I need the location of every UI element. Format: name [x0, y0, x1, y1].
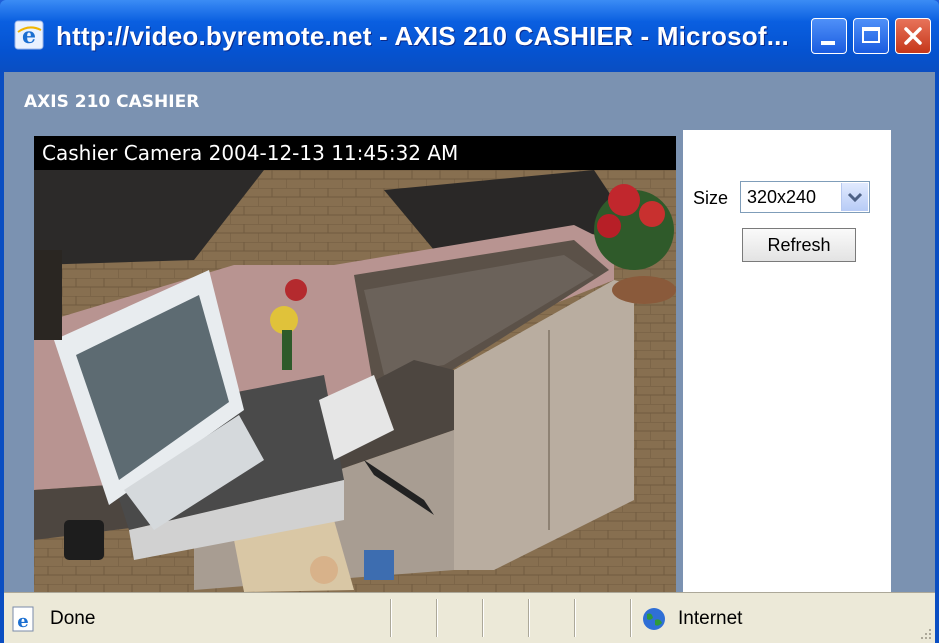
minimize-icon — [821, 41, 835, 45]
status-divider — [390, 599, 392, 637]
status-text: Done — [50, 608, 96, 629]
resize-grip-icon[interactable] — [917, 625, 933, 641]
internet-explorer-page-icon: e — [12, 606, 34, 632]
window-title: http://video.byremote.net - AXIS 210 CAS… — [56, 21, 789, 51]
page-title: AXIS 210 CASHIER — [24, 92, 200, 112]
controls-panel: Size 320x240 Refresh — [683, 130, 891, 592]
camera-video-feed: Cashier Camera 2004-12-13 11:45:32 AM — [34, 136, 676, 592]
size-select-dropdown-button[interactable] — [841, 183, 868, 211]
size-select-value: 320x240 — [747, 187, 817, 207]
status-bar: e Done Internet — [4, 592, 935, 643]
page-content: AXIS 210 CASHIER Cashier Camera 2004-12-… — [4, 72, 935, 592]
size-label: Size — [693, 188, 729, 208]
status-divider — [574, 599, 576, 637]
status-divider — [528, 599, 530, 637]
svg-text:e: e — [17, 611, 28, 632]
size-select[interactable]: 320x240 — [740, 181, 870, 213]
status-divider — [436, 599, 438, 637]
close-icon — [904, 27, 922, 45]
internet-explorer-icon: e — [14, 20, 44, 50]
status-divider — [482, 599, 484, 637]
close-button[interactable] — [895, 18, 931, 54]
window-frame-right — [935, 72, 939, 643]
maximize-button[interactable] — [853, 18, 889, 54]
chevron-down-icon — [847, 192, 863, 203]
maximize-icon — [862, 27, 880, 43]
window-title-bar[interactable]: e http://video.byremote.net - AXIS 210 C… — [0, 0, 939, 72]
refresh-button[interactable]: Refresh — [742, 228, 856, 262]
camera-image — [34, 170, 676, 592]
status-divider — [630, 599, 632, 637]
globe-icon — [643, 608, 665, 630]
camera-overlay-caption: Cashier Camera 2004-12-13 11:45:32 AM — [34, 136, 676, 170]
security-zone-text: Internet — [678, 608, 743, 629]
minimize-button[interactable] — [811, 18, 847, 54]
